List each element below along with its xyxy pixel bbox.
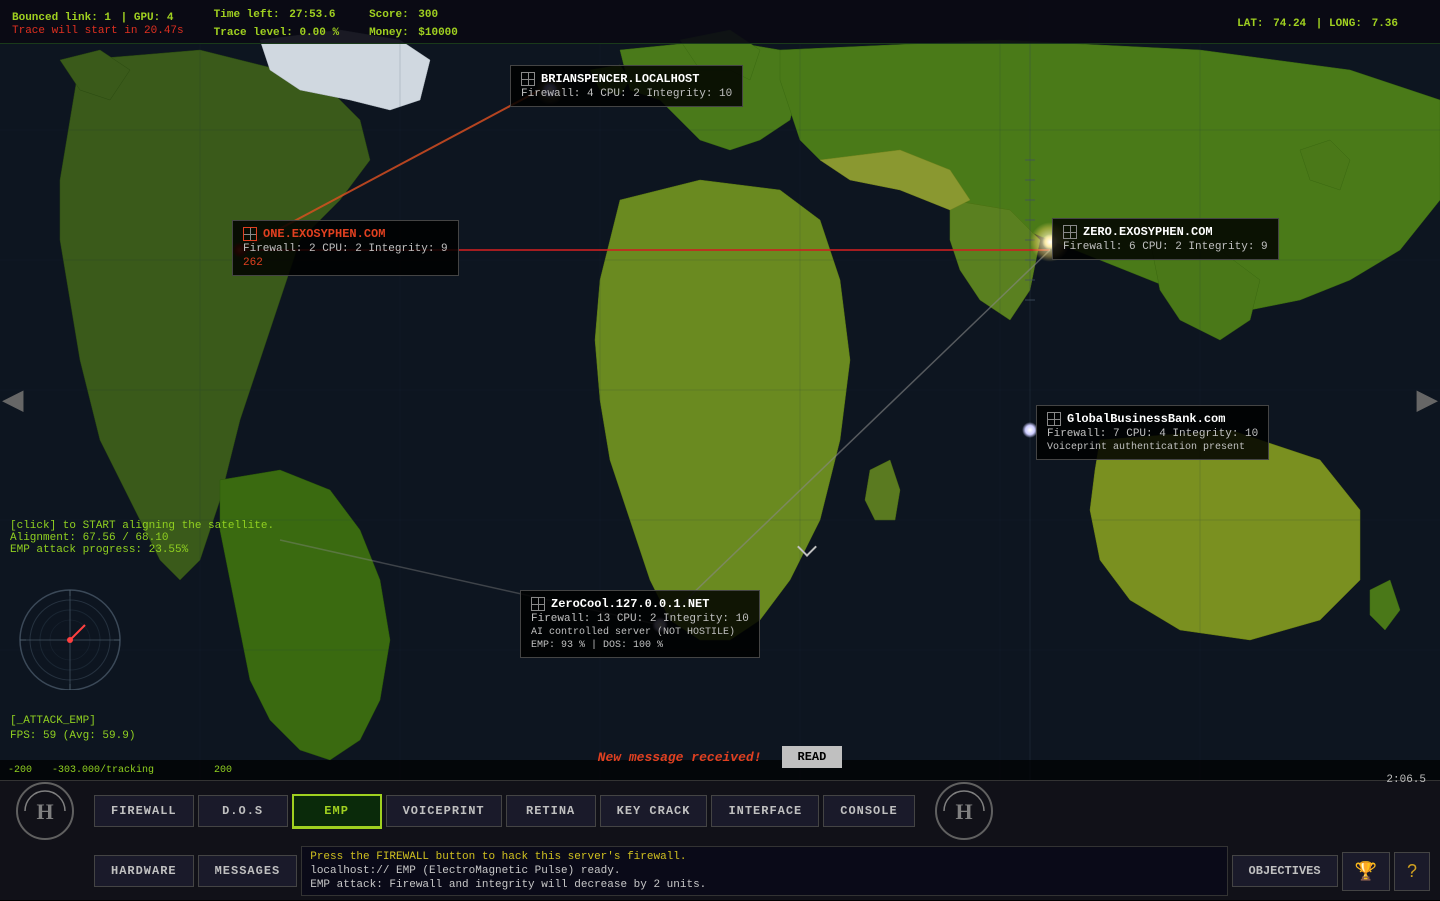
hud-section-score: Score: 300 Money: $10000 [369, 4, 458, 40]
dos-button[interactable]: D.O.S [198, 795, 288, 827]
satellite-text: [click] to START aligning the satellite. [10, 520, 274, 532]
objectives-button[interactable]: OBJECTIVES [1232, 855, 1338, 887]
read-button[interactable]: READ [782, 746, 843, 768]
hud-bounced: Bounced link: 1 | GPU: 4 [12, 7, 184, 25]
node-note-global: Voiceprint authentication present [1047, 442, 1258, 453]
track-minus200: -200 [8, 765, 32, 776]
info-line1: Press the FIREWALL button to hack this s… [310, 851, 1218, 863]
console-button[interactable]: CONSOLE [823, 795, 914, 827]
target-icon-brian [521, 72, 535, 86]
target-icon-global [1047, 412, 1061, 426]
messages-button[interactable]: MESSAGES [198, 855, 298, 887]
target-icon-zerocool [531, 597, 545, 611]
info-box: Press the FIREWALL button to hack this s… [301, 846, 1227, 896]
hud-section-link: Bounced link: 1 | GPU: 4 Trace will star… [12, 7, 184, 37]
logo-right: H [929, 776, 999, 846]
satellite-dish [10, 580, 130, 690]
top-hud: Bounced link: 1 | GPU: 4 Trace will star… [0, 0, 1440, 44]
hardware-button[interactable]: HARDWARE [94, 855, 194, 887]
hud-coords: LAT: 74.24 | LONG: 7.36 [1237, 13, 1398, 31]
target-icon-one [243, 227, 257, 241]
track-tracking: -303.000/tracking [52, 765, 154, 776]
hud-time: Time left: 27:53.6 [214, 4, 339, 22]
node-popup-one[interactable]: ONE.EXOSYPHEN.COM Firewall: 2 CPU: 2 Int… [232, 220, 459, 276]
key-crack-button[interactable]: KEY CRACK [600, 795, 708, 827]
info-line3: EMP attack: Firewall and integrity will … [310, 879, 1218, 891]
time-display: 2:06.5 [1386, 774, 1426, 786]
hud-trace-level: Trace level: 0.00 % [214, 22, 339, 40]
alignment-text: Alignment: 67.56 / 68.10 [10, 532, 274, 544]
node-note-zerocool: AI controlled server (NOT HOSTILE) [531, 627, 749, 638]
node-popup-zerocool[interactable]: ZeroCool.127.0.0.1.NET Firewall: 13 CPU:… [520, 590, 760, 658]
help-button[interactable]: ? [1394, 852, 1430, 891]
new-message-text: New message received! [598, 750, 762, 765]
node-popup-zero[interactable]: ZERO.EXOSYPHEN.COM Firewall: 6 CPU: 2 In… [1052, 218, 1279, 260]
attack-mode-label: [_ATTACK_EMP] [10, 715, 96, 727]
info-line2: localhost:// EMP (ElectroMagnetic Pulse)… [310, 865, 1218, 877]
hud-trace-start: Trace will start in 20.47s [12, 25, 184, 37]
scroll-left-arrow[interactable]: ◀ [2, 383, 24, 418]
node-note2-zerocool: EMP: 93 % | DOS: 100 % [531, 640, 749, 651]
track-pos200: 200 [214, 765, 232, 776]
node-popup-global[interactable]: GlobalBusinessBank.com Firewall: 7 CPU: … [1036, 405, 1269, 460]
node-popup-brian[interactable]: BRIANSPENCER.LOCALHOST Firewall: 4 CPU: … [510, 65, 743, 107]
toolbar-row1: H FIREWALL D.O.S EMP VOICEPRINT RETINA K… [0, 781, 1440, 841]
node-title-one: ONE.EXOSYPHEN.COM [263, 227, 385, 241]
node-stats-zero: Firewall: 6 CPU: 2 Integrity: 9 [1063, 241, 1268, 253]
node-title-brian: BRIANSPENCER.LOCALHOST [541, 72, 699, 86]
message-bar: New message received! READ [400, 740, 1040, 774]
node-stats-zerocool: Firewall: 13 CPU: 2 Integrity: 10 [531, 613, 749, 625]
emp-button[interactable]: EMP [292, 794, 382, 829]
target-icon-zero [1063, 225, 1077, 239]
logo-left: H [10, 776, 80, 846]
world-map[interactable] [0, 0, 1440, 780]
hud-section-time: Time left: 27:53.6 Trace level: 0.00 % [214, 4, 339, 40]
fps-label: FPS: 59 (Avg: 59.9) [10, 730, 135, 742]
node-extra-one: 262 [243, 257, 448, 269]
node-title-global: GlobalBusinessBank.com [1067, 412, 1225, 426]
node-stats-one: Firewall: 2 CPU: 2 Integrity: 9 [243, 243, 448, 255]
emp-progress-text: EMP attack progress: 23.55% [10, 544, 274, 556]
retina-button[interactable]: RETINA [506, 795, 596, 827]
bottom-toolbar: H FIREWALL D.O.S EMP VOICEPRINT RETINA K… [0, 780, 1440, 900]
node-title-zero: ZERO.EXOSYPHEN.COM [1083, 225, 1213, 239]
hud-score: Score: 300 [369, 4, 458, 22]
hud-money: Money: $10000 [369, 22, 458, 40]
satellite-status: [click] to START aligning the satellite.… [10, 520, 274, 556]
scroll-right-arrow[interactable]: ▶ [1416, 383, 1438, 418]
hud-section-coords: LAT: 74.24 | LONG: 7.36 [1237, 13, 1398, 31]
svg-text:H: H [36, 799, 53, 824]
toolbar-row2: HARDWARE MESSAGES Press the FIREWALL but… [0, 841, 1440, 901]
interface-button[interactable]: INTERFACE [711, 795, 819, 827]
node-title-zerocool: ZeroCool.127.0.0.1.NET [551, 597, 709, 611]
node-stats-brian: Firewall: 4 CPU: 2 Integrity: 10 [521, 88, 732, 100]
firewall-button[interactable]: FIREWALL [94, 795, 194, 827]
svg-text:H: H [955, 799, 972, 824]
trophy-button[interactable]: 🏆 [1342, 852, 1390, 891]
voiceprint-button[interactable]: VOICEPRINT [386, 795, 502, 827]
node-stats-global: Firewall: 7 CPU: 4 Integrity: 10 [1047, 428, 1258, 440]
